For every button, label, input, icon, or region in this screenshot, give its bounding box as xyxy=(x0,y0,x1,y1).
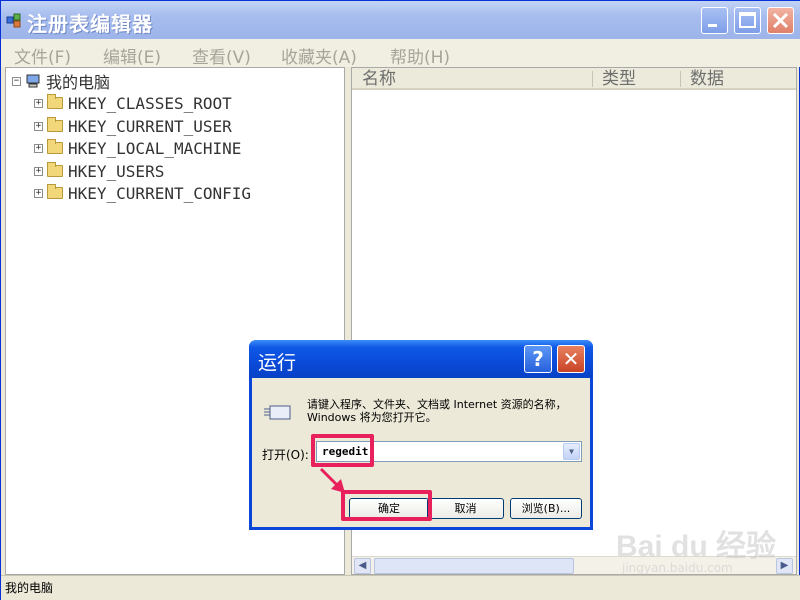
scroll-left-icon[interactable]: ◀ xyxy=(354,558,371,574)
open-input[interactable]: regedit ▼ xyxy=(316,441,582,462)
tree-item-label: HKEY_CURRENT_USER xyxy=(68,116,232,136)
run-description: 请键入程序、文件夹、文档或 Internet 资源的名称，Windows 将为您… xyxy=(307,398,567,424)
run-icon xyxy=(264,405,291,420)
close-button[interactable] xyxy=(767,7,794,34)
menu-help[interactable]: 帮助(H) xyxy=(390,43,450,68)
expand-icon[interactable]: + xyxy=(34,166,43,176)
column-separator[interactable] xyxy=(680,71,681,87)
tree-item-label: HKEY_LOCAL_MACHINE xyxy=(68,138,242,158)
cancel-button[interactable]: 取消 xyxy=(427,498,504,519)
tree-root[interactable]: − 我的电脑 xyxy=(12,70,110,92)
column-header-type[interactable]: 类型 xyxy=(592,68,680,90)
scroll-thumb[interactable] xyxy=(374,558,574,574)
expand-icon[interactable]: + xyxy=(34,98,43,108)
expand-icon[interactable]: + xyxy=(34,121,43,131)
computer-icon xyxy=(26,74,40,88)
column-separator[interactable] xyxy=(592,71,593,87)
open-label: 打开(O): xyxy=(262,448,309,462)
menu-bar: 文件(F) 编辑(E) 查看(V) 收藏夹(A) 帮助(H) xyxy=(1,39,800,68)
baidu-watermark: Bai du 经验 jingyan.baidu.com xyxy=(612,517,782,582)
tree-item-hklm[interactable]: + HKEY_LOCAL_MACHINE xyxy=(34,137,241,159)
menu-view[interactable]: 查看(V) xyxy=(192,43,251,68)
watermark-text: Bai du 经验 xyxy=(616,530,777,563)
watermark-url: jingyan.baidu.com xyxy=(622,561,733,575)
folder-icon xyxy=(47,184,63,199)
column-header-data[interactable]: 数据 xyxy=(680,68,796,90)
expand-icon[interactable]: + xyxy=(34,143,43,153)
minimize-icon xyxy=(708,24,717,27)
help-button[interactable]: ? xyxy=(524,345,552,373)
registry-app-icon xyxy=(6,13,21,28)
annotation-arrow-icon xyxy=(319,467,345,493)
tree-item-label: HKEY_CLASSES_ROOT xyxy=(68,93,232,113)
run-close-button[interactable]: ✕ xyxy=(557,345,585,373)
run-dialog-body: 请键入程序、文件夹、文档或 Internet 资源的名称，Windows 将为您… xyxy=(252,378,590,527)
folder-icon xyxy=(47,139,63,154)
tree-item-hkcr[interactable]: + HKEY_CLASSES_ROOT xyxy=(34,92,232,114)
tree-item-label: HKEY_CURRENT_CONFIG xyxy=(68,183,252,203)
ok-button[interactable]: 确定 xyxy=(349,498,429,519)
tree-item-hkcc[interactable]: + HKEY_CURRENT_CONFIG xyxy=(34,182,251,204)
maximize-icon xyxy=(739,12,756,28)
tree-item-hku[interactable]: + HKEY_USERS xyxy=(34,160,164,182)
tree-item-label: HKEY_USERS xyxy=(68,161,165,181)
expand-icon[interactable]: + xyxy=(34,188,43,198)
browse-button[interactable]: 浏览(B)... xyxy=(510,498,582,519)
window-title: 注册表编辑器 xyxy=(27,12,153,36)
folder-icon xyxy=(47,94,63,109)
close-icon: ✕ xyxy=(562,347,580,371)
folder-icon xyxy=(47,117,63,132)
column-header-name[interactable]: 名称 xyxy=(352,68,592,90)
tree-root-label: 我的电脑 xyxy=(46,73,111,92)
open-input-value: regedit xyxy=(322,445,369,458)
dropdown-arrow-icon[interactable]: ▼ xyxy=(563,443,580,460)
maximize-button[interactable] xyxy=(734,7,761,34)
run-dialog: 运行 ? ✕ 请键入程序、文件夹、文档或 Internet 资源的名称，Wind… xyxy=(249,340,593,530)
run-dialog-title: 运行 xyxy=(258,352,297,374)
collapse-icon[interactable]: − xyxy=(12,76,21,86)
menu-edit[interactable]: 编辑(E) xyxy=(103,43,161,68)
question-icon: ? xyxy=(532,347,544,371)
folder-icon xyxy=(47,162,63,177)
minimize-button[interactable] xyxy=(701,7,728,34)
tree-item-hkcu[interactable]: + HKEY_CURRENT_USER xyxy=(34,115,232,137)
close-icon xyxy=(772,12,789,29)
menu-favorites[interactable]: 收藏夹(A) xyxy=(281,43,357,68)
menu-file[interactable]: 文件(F) xyxy=(14,43,71,68)
